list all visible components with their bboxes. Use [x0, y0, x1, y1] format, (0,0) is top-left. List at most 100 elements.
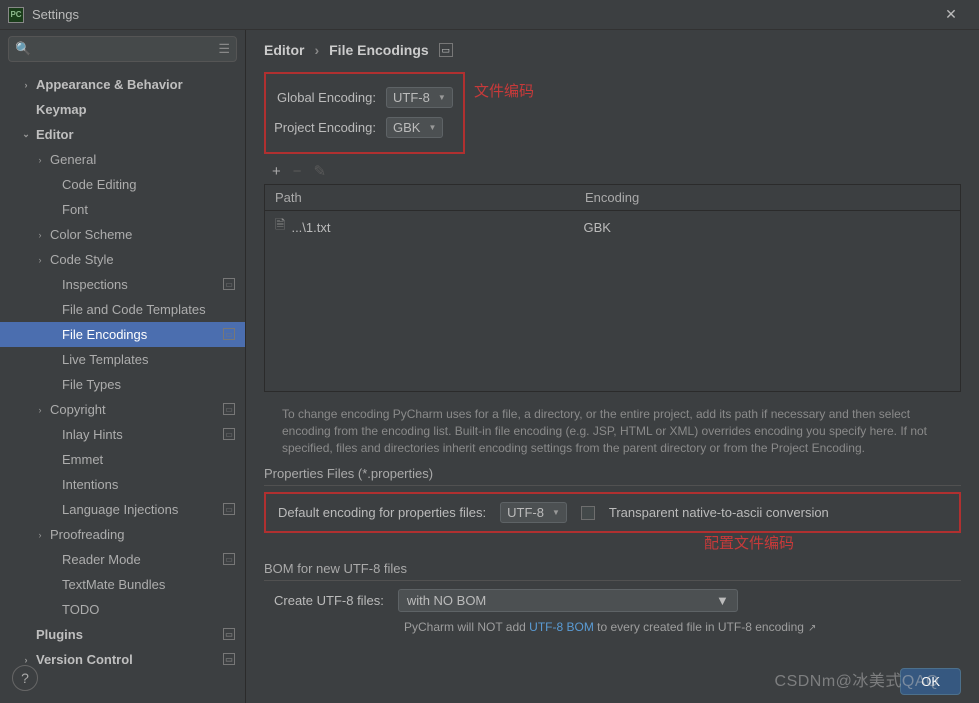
breadcrumb: Editor › File Encodings ▭	[264, 42, 961, 58]
scope-marker-icon: ▭	[439, 43, 453, 57]
properties-encoding-label: Default encoding for properties files:	[278, 505, 486, 520]
chevron-down-icon: ▼	[716, 593, 729, 608]
annotation-2: 配置文件编码	[704, 532, 794, 553]
file-icon: 🗎	[275, 216, 285, 238]
scope-marker-icon: ▭	[223, 503, 235, 515]
search-input[interactable]	[35, 42, 218, 57]
row-encoding: GBK	[583, 220, 610, 235]
sidebar-item-label: File and Code Templates	[62, 302, 206, 317]
close-icon[interactable]: ✕	[931, 1, 971, 29]
sidebar-item-textmate-bundles[interactable]: TextMate Bundles	[0, 572, 245, 597]
sidebar-item-label: Version Control	[36, 652, 133, 667]
encoding-note: To change encoding PyCharm uses for a fi…	[282, 406, 961, 456]
sidebar-item-label: Appearance & Behavior	[36, 77, 183, 92]
sidebar-item-label: Reader Mode	[62, 552, 141, 567]
sidebar-item-file-and-code-templates[interactable]: File and Code Templates	[0, 297, 245, 322]
sidebar-item-live-templates[interactable]: Live Templates	[0, 347, 245, 372]
scope-marker-icon: ▭	[223, 628, 235, 640]
chevron-icon: ›	[20, 80, 32, 90]
table-body[interactable]: 🗎 ...\1.txt GBK	[265, 211, 960, 391]
annotation-1: 文件编码	[474, 80, 534, 101]
sidebar-item-label: Plugins	[36, 627, 83, 642]
filter-icon[interactable]: ☰	[218, 41, 230, 57]
chevron-right-icon: ›	[314, 42, 319, 58]
sidebar-item-label: Inspections	[62, 277, 128, 292]
utf8-bom-link[interactable]: UTF-8 BOM	[529, 620, 594, 634]
sidebar-item-keymap[interactable]: Keymap	[0, 97, 245, 122]
encoding-highlight-box: Global Encoding: UTF-8▼ Project Encoding…	[264, 72, 465, 154]
sidebar-item-label: Intentions	[62, 477, 118, 492]
sidebar-item-inlay-hints[interactable]: Inlay Hints▭	[0, 422, 245, 447]
sidebar-item-code-style[interactable]: › Code Style	[0, 247, 245, 272]
chevron-icon: ›	[34, 155, 46, 165]
sidebar-item-label: Language Injections	[62, 502, 178, 517]
sidebar-item-version-control[interactable]: ›Version Control▭	[0, 647, 245, 672]
chevron-icon: ⌄	[20, 129, 32, 140]
scope-marker-icon: ▭	[223, 653, 235, 665]
sidebar: 🔍 ☰ ›Appearance & BehaviorKeymap⌄Editor›…	[0, 30, 246, 703]
sidebar-item-label: Code Style	[50, 252, 114, 267]
sidebar-item-file-types[interactable]: File Types	[0, 372, 245, 397]
properties-highlight-box: Default encoding for properties files: U…	[264, 492, 961, 533]
sidebar-item-label: TextMate Bundles	[62, 577, 165, 592]
external-link-icon: ↗	[808, 623, 816, 634]
sidebar-item-inspections[interactable]: Inspections ▭	[0, 272, 245, 297]
bom-section-title: BOM for new UTF-8 files	[264, 561, 961, 581]
sidebar-item-emmet[interactable]: Emmet	[0, 447, 245, 472]
sidebar-item-copyright[interactable]: ›Copyright▭	[0, 397, 245, 422]
sidebar-item-label: Proofreading	[50, 527, 124, 542]
sidebar-item-label: Font	[62, 202, 88, 217]
sidebar-item-proofreading[interactable]: › Proofreading	[0, 522, 245, 547]
sidebar-item-editor[interactable]: ⌄Editor	[0, 122, 245, 147]
sidebar-item-language-injections[interactable]: Language Injections ▭	[0, 497, 245, 522]
properties-section-title: Properties Files (*.properties)	[264, 466, 961, 486]
scope-marker-icon: ▭	[223, 278, 235, 290]
bom-hint: PyCharm will NOT add UTF-8 BOM to every …	[404, 620, 961, 634]
sidebar-item-label: Keymap	[36, 102, 87, 117]
create-utf8-dropdown[interactable]: with NO BOM▼	[398, 589, 738, 612]
chevron-icon: ›	[34, 405, 46, 415]
sidebar-item-label: General	[50, 152, 96, 167]
table-row[interactable]: 🗎 ...\1.txt GBK	[265, 211, 960, 243]
sidebar-item-appearance-behavior[interactable]: › Appearance & Behavior	[0, 72, 245, 97]
sidebar-item-font[interactable]: Font	[0, 197, 245, 222]
title-bar: PC Settings ✕	[0, 0, 979, 30]
sidebar-item-color-scheme[interactable]: ›Color Scheme	[0, 222, 245, 247]
table-header: Path Encoding	[265, 185, 960, 211]
sidebar-item-general[interactable]: › General	[0, 147, 245, 172]
native-to-ascii-label: Transparent native-to-ascii conversion	[609, 505, 829, 520]
search-icon: 🔍	[15, 41, 31, 57]
breadcrumb-current: File Encodings	[329, 42, 429, 58]
edit-icon: ✎	[314, 162, 327, 180]
global-encoding-dropdown[interactable]: UTF-8▼	[386, 87, 453, 108]
scope-marker-icon: ▭	[223, 553, 235, 565]
sidebar-item-label: Live Templates	[62, 352, 148, 367]
window-title: Settings	[32, 7, 931, 22]
sidebar-item-todo[interactable]: TODO	[0, 597, 245, 622]
sidebar-item-plugins[interactable]: Plugins ▭	[0, 622, 245, 647]
table-toolbar: + − ✎	[264, 154, 961, 184]
chevron-down-icon: ▼	[428, 123, 436, 132]
sidebar-item-file-encodings[interactable]: File Encodings▭	[0, 322, 245, 347]
sidebar-item-reader-mode[interactable]: Reader Mode ▭	[0, 547, 245, 572]
global-encoding-label: Global Encoding:	[266, 90, 386, 105]
search-input-wrapper[interactable]: 🔍 ☰	[8, 36, 237, 62]
sidebar-item-label: TODO	[62, 602, 99, 617]
sidebar-item-label: File Encodings	[62, 327, 147, 342]
native-to-ascii-checkbox[interactable]	[581, 506, 595, 520]
chevron-down-icon: ▼	[552, 508, 560, 517]
properties-encoding-dropdown[interactable]: UTF-8▼	[500, 502, 567, 523]
chevron-down-icon: ▼	[438, 93, 446, 102]
sidebar-item-intentions[interactable]: Intentions	[0, 472, 245, 497]
chevron-icon: ›	[34, 530, 46, 540]
sidebar-item-code-editing[interactable]: Code Editing	[0, 172, 245, 197]
chevron-icon: ›	[34, 255, 46, 265]
ok-button[interactable]: OK	[900, 668, 961, 695]
col-encoding[interactable]: Encoding	[575, 185, 960, 210]
help-button[interactable]: ?	[12, 665, 38, 691]
breadcrumb-root[interactable]: Editor	[264, 42, 304, 58]
add-icon[interactable]: +	[272, 163, 281, 180]
settings-tree: › Appearance & Behavior Keymap ⌄Editor › Gene…	[0, 68, 245, 703]
col-path[interactable]: Path	[265, 185, 575, 210]
project-encoding-dropdown[interactable]: GBK▼	[386, 117, 443, 138]
